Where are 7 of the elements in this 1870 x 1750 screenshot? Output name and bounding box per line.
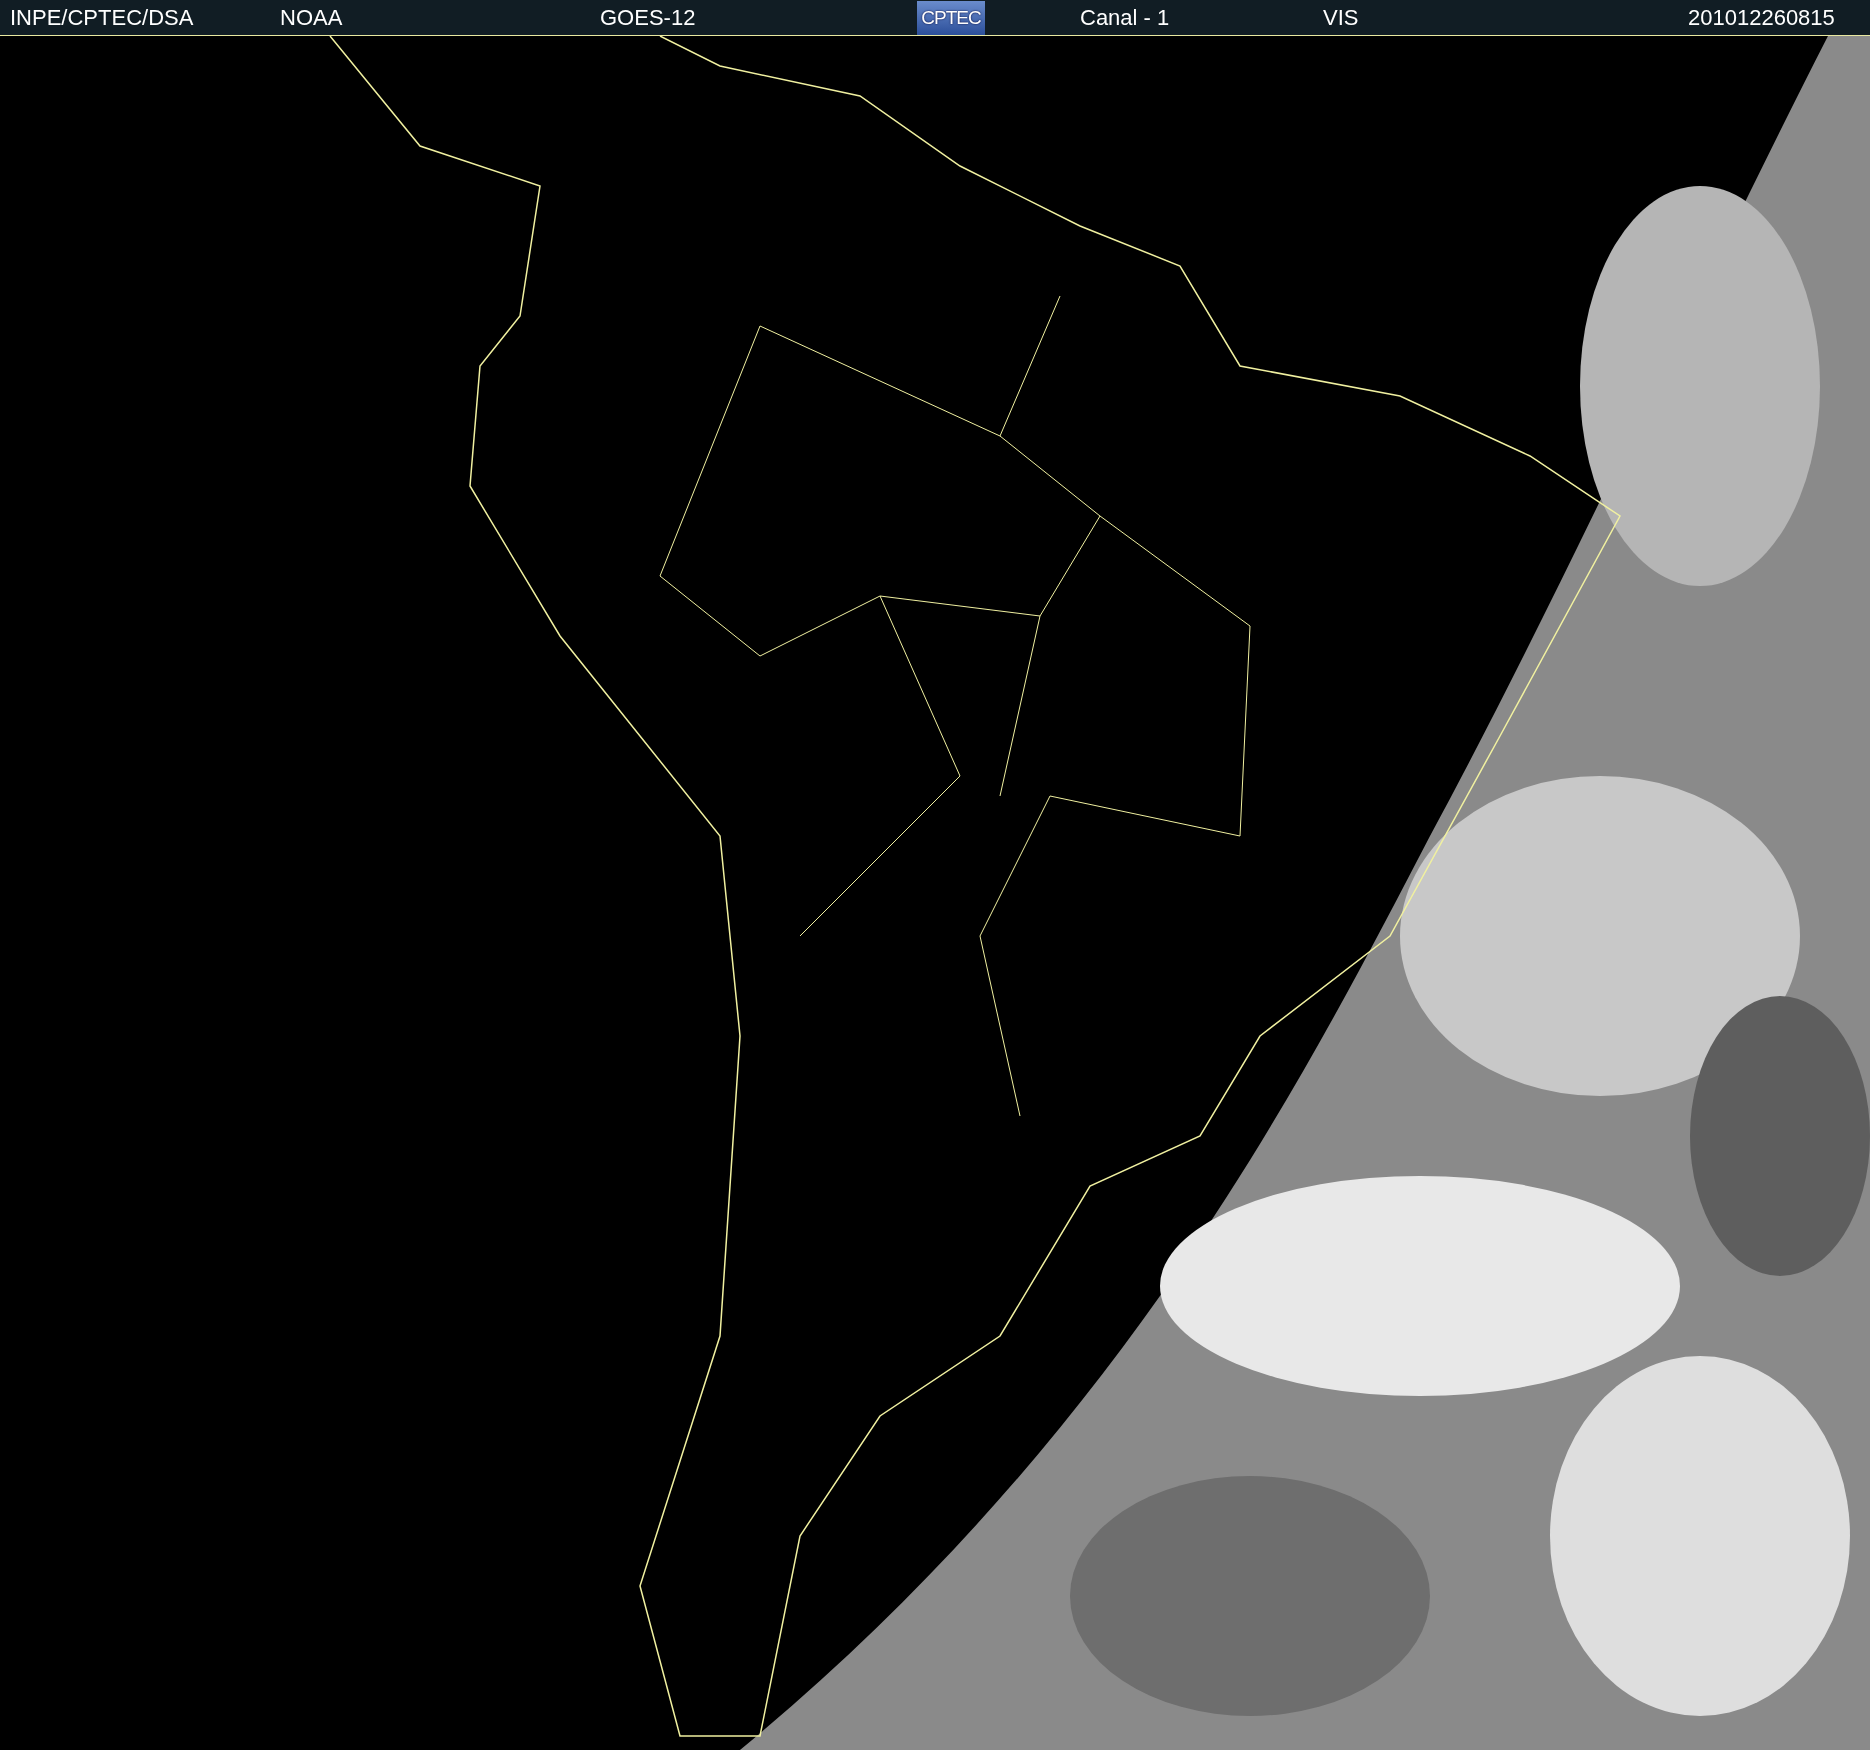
band-label: VIS (1323, 4, 1359, 30)
agency-label: NOAA (280, 4, 343, 30)
satellite-label: GOES-12 (600, 4, 696, 30)
source-label: INPE/CPTEC/DSA (10, 4, 194, 30)
channel-label: Canal - 1 (1080, 4, 1170, 30)
timestamp-label: 201012260815 (1688, 4, 1835, 30)
logo: CPTEC (917, 0, 985, 35)
